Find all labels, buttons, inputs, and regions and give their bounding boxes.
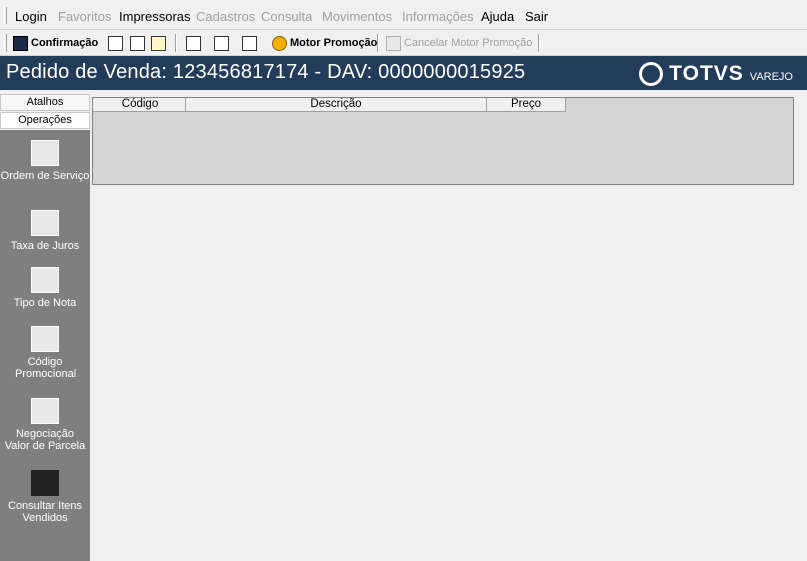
nav-tipo-nota[interactable]: Tipo de Nota — [0, 267, 90, 309]
tab-operacoes[interactable]: Operações — [0, 112, 90, 129]
toolbar-separator-2 — [377, 34, 379, 52]
document-icon — [108, 35, 123, 51]
tab-atalhos[interactable]: Atalhos — [0, 94, 90, 111]
list-icon — [242, 35, 257, 51]
card-icon — [214, 35, 229, 51]
totvs-logo-icon — [639, 62, 664, 86]
cancel-motor-label: Cancelar Motor Promoção — [404, 37, 533, 49]
motor-promocao-button[interactable]: Motor Promoção — [272, 32, 377, 54]
menu-login[interactable]: Login — [15, 9, 47, 24]
menu-ajuda[interactable]: Ajuda — [481, 9, 514, 24]
motor-promocao-label: Motor Promoção — [290, 37, 378, 49]
col-preco[interactable]: Preço — [487, 98, 566, 112]
menu-sair[interactable]: Sair — [525, 9, 548, 24]
col-descricao[interactable]: Descrição — [186, 98, 487, 112]
col-codigo[interactable]: Código — [95, 98, 186, 112]
confirm-label: Confirmação — [31, 37, 99, 49]
menu-cadastros[interactable]: Cadastros — [196, 9, 255, 24]
menu-favoritos[interactable]: Favoritos — [58, 9, 111, 24]
list-button[interactable] — [242, 32, 257, 54]
calculator-icon — [186, 35, 201, 51]
left-navigation: Atalhos Operações Ordem de Serviço Taxa … — [0, 94, 90, 561]
nav-ordem-servico-label: Ordem de Serviço — [0, 170, 90, 182]
menu-grip — [4, 7, 7, 24]
toolbar-grip — [4, 34, 7, 52]
totvs-logo: TOTVS VAREJO — [639, 62, 793, 86]
nav-codigo-promocional[interactable]: Código Promocional — [0, 326, 90, 380]
nav-negociacao-parcela[interactable]: Negociação Valor de Parcela — [0, 398, 90, 452]
nav-taxa-juros-label: Taxa de Juros — [10, 240, 80, 252]
pencil-note-icon — [31, 326, 59, 352]
nav-negociacao-parcela-label: Negociação Valor de Parcela — [4, 428, 86, 452]
nav-tipo-nota-label: Tipo de Nota — [13, 297, 77, 309]
nav-codigo-promocional-label: Código Promocional — [15, 356, 77, 380]
toolbar-separator-3 — [538, 34, 540, 52]
calculator-button[interactable] — [186, 32, 201, 54]
toolbar-separator — [175, 34, 177, 52]
pencil-note-icon — [31, 267, 59, 293]
print-preview-button[interactable] — [130, 32, 145, 54]
page-title: Pedido de Venda: 123456817174 - DAV: 000… — [6, 61, 526, 83]
items-grid: Código Descrição Preço — [92, 97, 794, 185]
menu-bar: Login Favoritos Impressoras Cadastros Co… — [0, 0, 807, 30]
print-icon — [130, 35, 145, 51]
card-button[interactable] — [214, 32, 229, 54]
confirm-button[interactable]: Confirmação — [13, 32, 98, 54]
search-document-button[interactable] — [151, 32, 166, 54]
cancel-motor-button[interactable]: Cancelar Motor Promoção — [386, 32, 532, 54]
menu-informacoes[interactable]: Informações — [402, 9, 474, 24]
nav-consultar-itens[interactable]: Consultar Itens Vendidos — [0, 470, 90, 524]
new-document-button[interactable] — [108, 32, 123, 54]
operations-panel: Ordem de Serviço Taxa de Juros Tipo de N… — [0, 130, 90, 561]
binoculars-icon — [31, 470, 59, 496]
toolbar: Confirmação Motor Promoção Cancelar Moto… — [0, 30, 807, 56]
nav-consultar-itens-label: Consultar Itens Vendidos — [8, 500, 82, 524]
cancel-promotion-icon — [386, 35, 401, 51]
save-icon — [13, 35, 28, 51]
menu-consulta[interactable]: Consulta — [261, 9, 312, 24]
promotion-icon — [272, 35, 287, 51]
magnifier-icon — [151, 35, 166, 51]
menu-movimentos[interactable]: Movimentos — [322, 9, 392, 24]
brand-sub: VAREJO — [749, 70, 793, 83]
brand-name: TOTVS — [669, 62, 744, 85]
nav-ordem-servico[interactable]: Ordem de Serviço — [0, 140, 90, 182]
document-stack-icon — [31, 140, 59, 166]
pencil-note-icon — [31, 398, 59, 424]
page-header: Pedido de Venda: 123456817174 - DAV: 000… — [0, 56, 807, 90]
menu-impressoras[interactable]: Impressoras — [119, 9, 191, 24]
pencil-note-icon — [31, 210, 59, 236]
nav-taxa-juros[interactable]: Taxa de Juros — [0, 210, 90, 252]
